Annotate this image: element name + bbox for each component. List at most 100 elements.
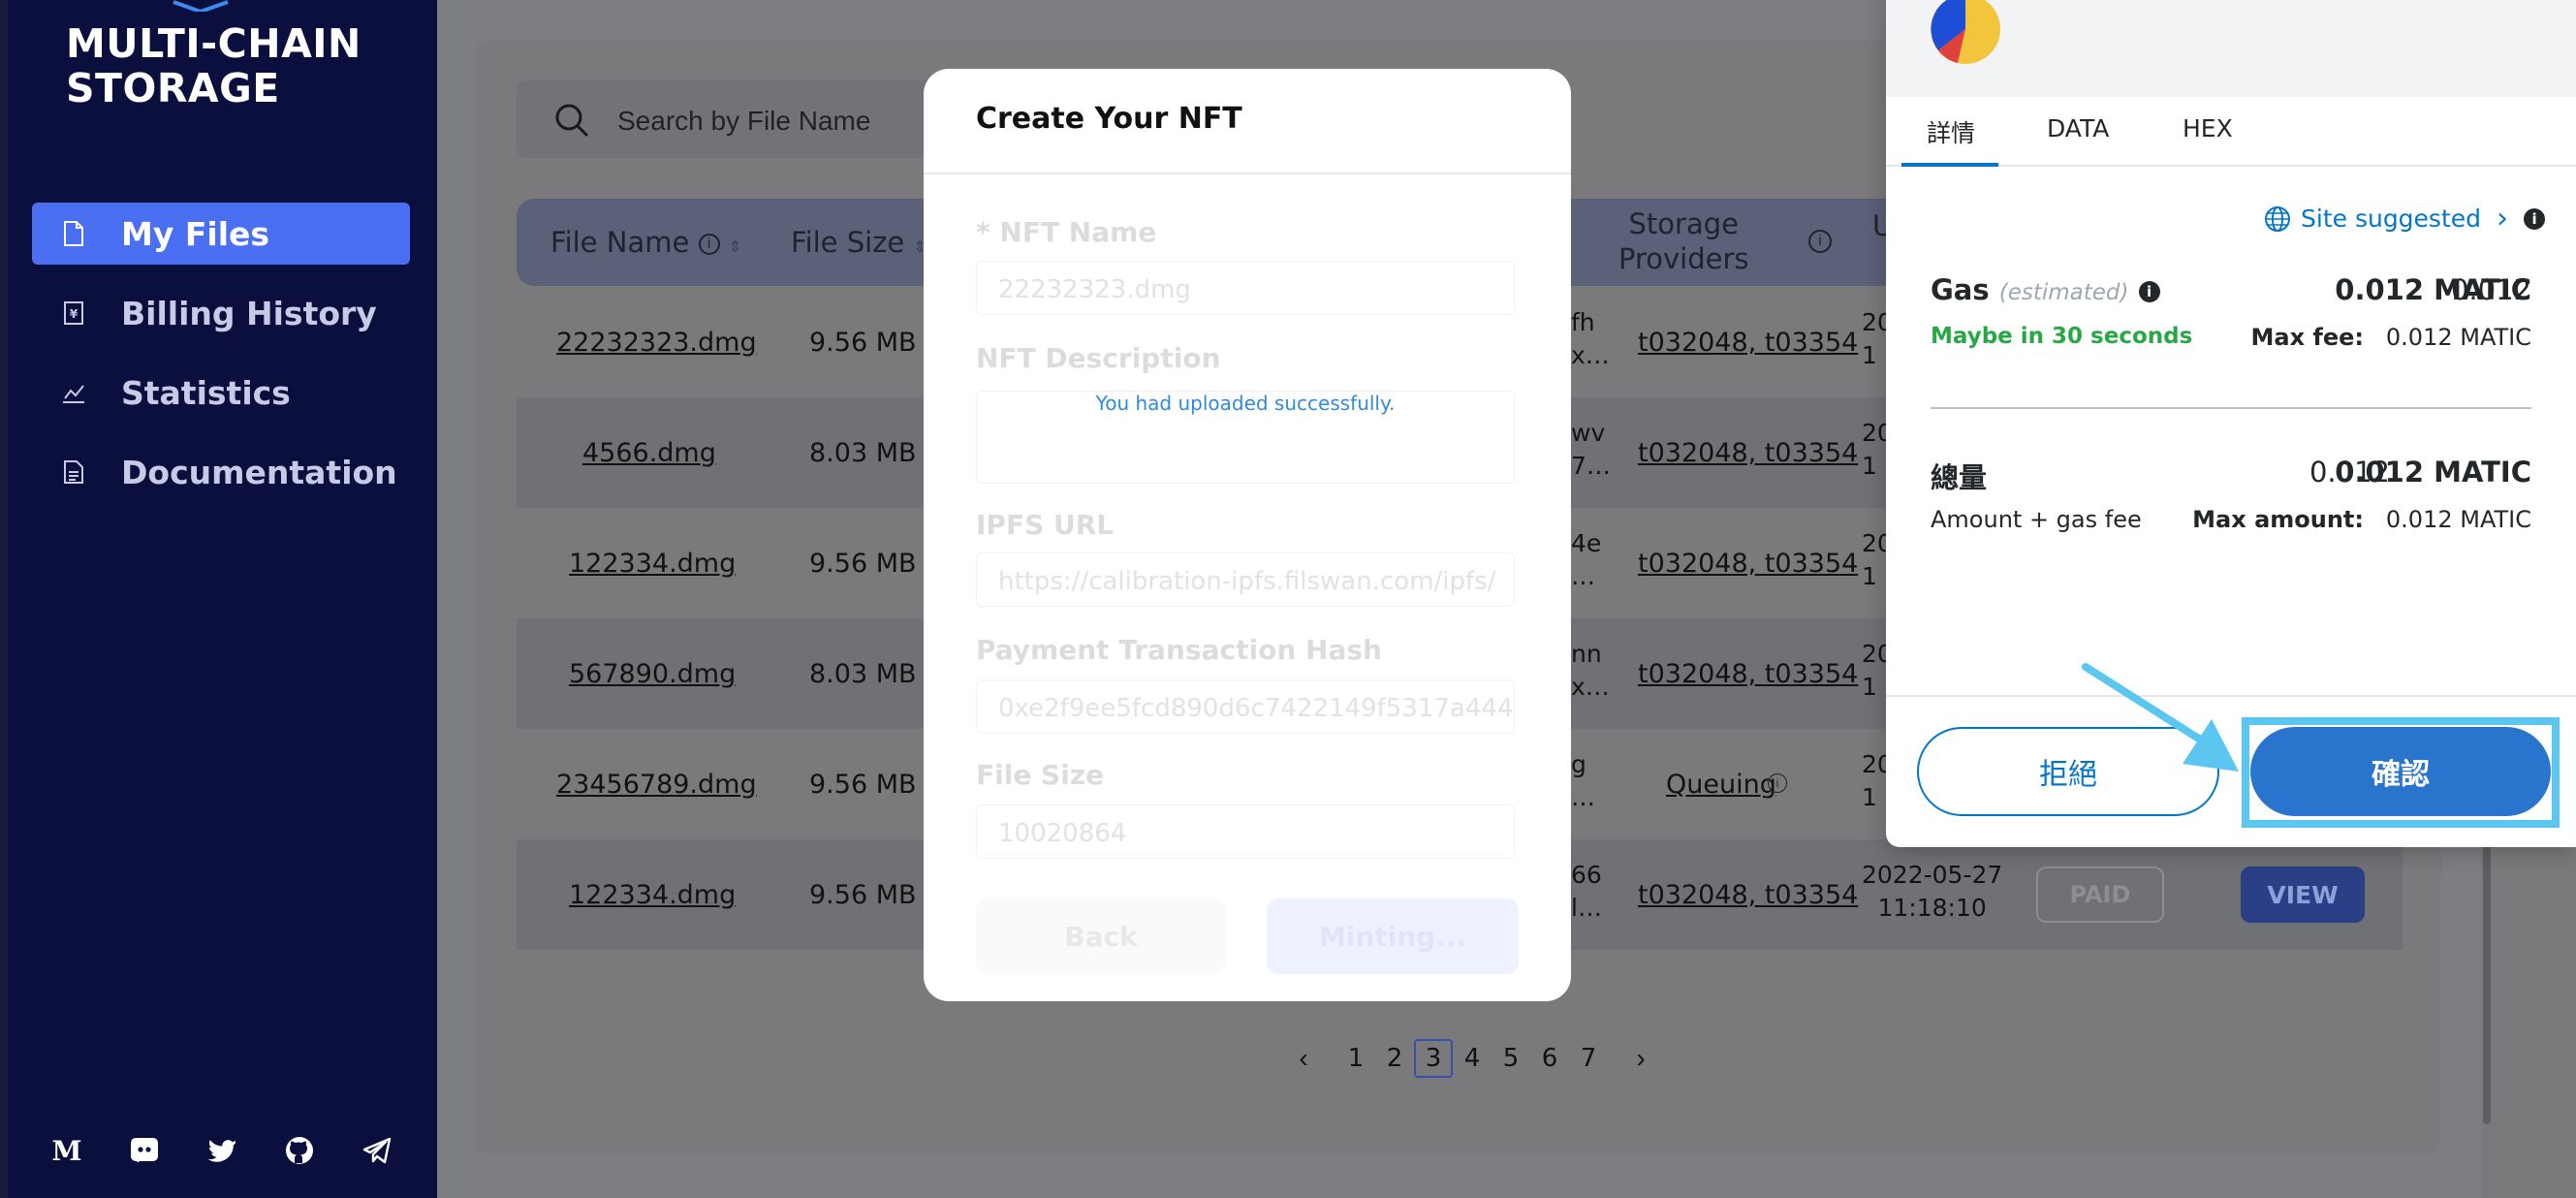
svg-text:¥: ¥ <box>70 307 79 321</box>
storage-providers-link[interactable]: t032048, t03354 <box>1638 328 1858 358</box>
file-name-link[interactable]: 122334.dmg <box>569 880 736 910</box>
sidebar: MULTI-CHAIN STORAGE My Files ¥ Billing H… <box>0 0 437 1198</box>
cid-clipped: 66 l… <box>1571 861 1602 922</box>
storage-providers-link[interactable]: t032048, t03354 <box>1638 549 1858 579</box>
twitter-icon[interactable] <box>205 1134 238 1167</box>
column-header-file-name[interactable]: File Name i ⇕ <box>550 226 741 259</box>
window-edge <box>0 0 8 1198</box>
site-suggested-label: Site suggested <box>2301 205 2482 233</box>
page-4[interactable]: 4 <box>1453 1039 1492 1078</box>
file-size: 8.03 MB <box>809 438 917 468</box>
brand-logo-text: MULTI-CHAIN STORAGE <box>66 20 361 111</box>
total-value: 0.012 <box>2309 456 2390 489</box>
modal-divider <box>924 173 1571 174</box>
nft-name-field[interactable]: 22232323.dmg <box>976 261 1515 315</box>
next-page-button[interactable]: › <box>1621 1039 1660 1078</box>
file-size-field[interactable]: 10020864 <box>976 804 1515 859</box>
modal-title: Create Your NFT <box>976 102 1242 136</box>
cid-clipped: nn x… <box>1571 640 1610 701</box>
file-size-label: File Size <box>976 759 1105 791</box>
file-name-link[interactable]: 4566.dmg <box>582 438 716 468</box>
page-3-current[interactable]: 3 <box>1414 1039 1453 1078</box>
account-avatar-icon <box>1931 0 2000 64</box>
prev-page-button[interactable]: ‹ <box>1284 1039 1323 1078</box>
site-suggested-link[interactable]: Site suggested › i <box>2264 202 2546 236</box>
total-value-matic: 0.012 MATIC <box>2335 456 2531 489</box>
sidebar-item-my-files[interactable]: My Files <box>32 203 410 265</box>
upload-time: 2022-05-27 11:18:10 <box>1862 861 2003 922</box>
max-fee: Max fee: 0.012 MATIC <box>2250 324 2532 351</box>
cid-clipped: 4e… <box>1571 529 1602 590</box>
file-name-link[interactable]: 567890.dmg <box>569 659 736 689</box>
active-tab-indicator <box>1901 163 1998 167</box>
file-size: 8.03 MB <box>809 659 917 689</box>
page-1[interactable]: 1 <box>1336 1039 1375 1078</box>
nft-description-label: NFT Description <box>976 342 1221 374</box>
tab-hex[interactable]: HEX <box>2183 114 2233 142</box>
pointer-arrow-icon <box>2082 663 2239 772</box>
payment-hash-field[interactable]: 0xe2f9ee5fcd890d6c7422149f5317a444c <box>976 679 1515 734</box>
view-button[interactable]: VIEW <box>2241 867 2365 923</box>
minting-button[interactable]: Minting... <box>1267 898 1519 974</box>
discord-icon[interactable] <box>128 1134 161 1167</box>
file-name-link[interactable]: 22232323.dmg <box>556 328 757 358</box>
sidebar-item-statistics[interactable]: Statistics <box>32 362 410 424</box>
ipfs-url-field[interactable]: https://calibration-ipfs.filswan.com/ipf… <box>976 552 1515 607</box>
cid-clipped: g… <box>1571 750 1595 811</box>
amount-gas-label: Amount + gas fee <box>1931 506 2142 533</box>
page-2[interactable]: 2 <box>1375 1039 1414 1078</box>
chevron-right-icon: › <box>2497 202 2509 236</box>
pagination: ‹ 1 2 3 4 5 6 7 › <box>1284 1039 1660 1078</box>
logo-icon <box>173 0 229 12</box>
payment-hash-label: Payment Transaction Hash <box>976 634 1382 666</box>
max-amount: Max amount: 0.012 MATIC <box>2192 506 2531 533</box>
nft-name-label: * NFT Name <box>976 216 1157 248</box>
create-nft-modal: Create Your NFT * NFT Name 22232323.dmg … <box>924 69 1571 1001</box>
storage-providers-link[interactable]: t032048, t03354 <box>1638 659 1858 689</box>
info-icon: i <box>1808 230 1832 253</box>
sidebar-item-label: Documentation <box>121 453 397 491</box>
page-7[interactable]: 7 <box>1569 1039 1608 1078</box>
document-icon <box>61 458 86 486</box>
file-size: 9.56 MB <box>809 880 917 910</box>
github-icon[interactable] <box>283 1134 316 1167</box>
info-icon: i <box>1768 773 1787 793</box>
sort-icon[interactable]: ⇕ <box>729 237 741 256</box>
queuing-status-link[interactable]: Queuing <box>1666 770 1776 800</box>
cid-clipped: fh x… <box>1571 308 1610 369</box>
column-header-file-size[interactable]: File Size ⇕ <box>791 226 927 259</box>
column-header-storage-providers: Storage Providers <box>1618 207 1749 275</box>
file-icon <box>61 220 86 247</box>
page-5[interactable]: 5 <box>1492 1039 1530 1078</box>
file-name-link[interactable]: 23456789.dmg <box>556 770 757 800</box>
info-icon: i <box>698 234 720 255</box>
medium-icon[interactable]: M <box>50 1134 83 1167</box>
storage-providers-link[interactable]: t032048, t03354 <box>1638 880 1858 910</box>
tab-data[interactable]: DATA <box>2047 114 2109 142</box>
paid-button[interactable]: PAID <box>2036 867 2164 923</box>
search-box[interactable]: Search by File Name <box>517 80 943 158</box>
sidebar-item-label: My Files <box>121 214 270 253</box>
tab-details[interactable]: 詳情 <box>1927 114 1975 149</box>
info-icon[interactable]: i <box>2524 207 2546 230</box>
file-size: 9.56 MB <box>809 328 917 358</box>
upload-success-toast: You had uploaded successfully. <box>1095 392 1396 415</box>
sidebar-item-billing-history[interactable]: ¥ Billing History <box>32 282 410 344</box>
gas-value-matic: 0.012 MATIC <box>2335 273 2531 306</box>
gas-timing: Maybe in 30 seconds <box>1931 324 2193 349</box>
wallet-divider <box>1931 407 2531 409</box>
file-name-link[interactable]: 122334.dmg <box>569 549 736 579</box>
globe-icon <box>2265 205 2290 232</box>
storage-providers-link[interactable]: t032048, t03354 <box>1638 438 1858 468</box>
social-links: M <box>50 1134 393 1167</box>
sidebar-item-documentation[interactable]: Documentation <box>32 441 410 503</box>
page-6[interactable]: 6 <box>1530 1039 1569 1078</box>
telegram-icon[interactable] <box>361 1134 393 1167</box>
confirm-button[interactable]: 確認 <box>2250 727 2551 816</box>
cid-clipped: wv 7… <box>1571 419 1611 480</box>
sidebar-item-label: Statistics <box>121 373 291 412</box>
back-button[interactable]: Back <box>976 898 1226 974</box>
file-size: 9.56 MB <box>809 770 917 800</box>
search-input[interactable]: Search by File Name <box>617 106 870 137</box>
sidebar-nav: My Files ¥ Billing History Statistics Do… <box>32 203 410 520</box>
